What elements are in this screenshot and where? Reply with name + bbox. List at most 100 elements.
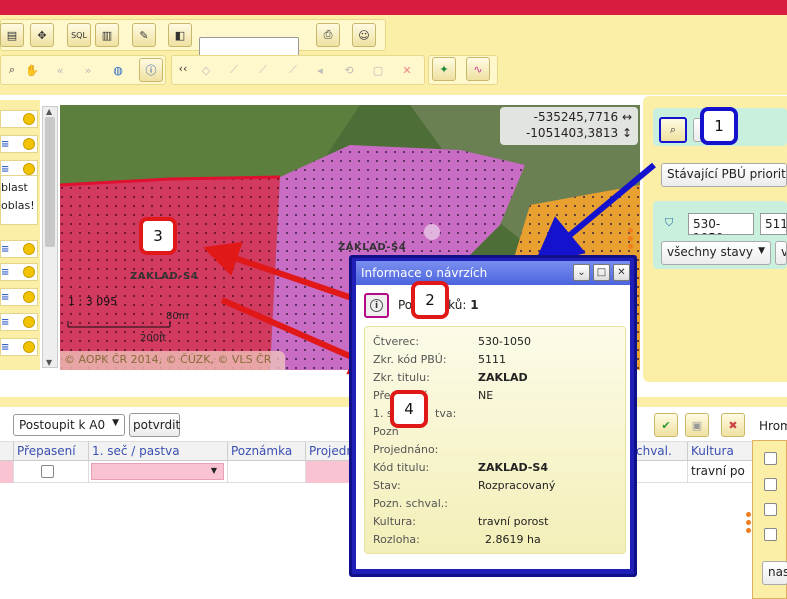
priority-pbu-button[interactable]: Stávající PBÚ prioritní (661, 163, 787, 187)
coordinate-readout: -535245,7716 ↔ -1051403,3813 ↕ (500, 107, 638, 145)
scribble-icon[interactable]: ∿ (466, 57, 490, 81)
maximize-icon[interactable]: □ (593, 264, 610, 281)
layer-row[interactable]: ≡ (0, 263, 38, 281)
discard-icon[interactable]: ✖ (721, 413, 745, 437)
prepaseni-cell[interactable] (14, 461, 89, 483)
kultura-cell[interactable]: travní po (688, 461, 755, 483)
list-icon: ≡ (1, 164, 10, 175)
prepaseni-checkbox[interactable] (41, 465, 54, 478)
layer-settings-icon[interactable] (23, 163, 35, 175)
layer-settings-icon[interactable] (23, 138, 35, 150)
detail-list: Čtverec: 530-1050 Zkr. kód PBÚ: 5111 Zkr. … (364, 326, 626, 554)
confirm-button[interactable]: potvrdit (129, 413, 180, 437)
layer-settings-icon[interactable] (23, 291, 35, 303)
crop-icon: ▢ (372, 63, 384, 77)
bulk-checkbox[interactable] (764, 478, 777, 491)
column-header[interactable] (0, 442, 14, 461)
list-icon: ≡ (1, 317, 10, 328)
layer-settings-icon[interactable] (23, 243, 35, 255)
chevron-down-icon: ▼ (210, 466, 217, 475)
info-icon[interactable]: i (364, 293, 389, 318)
collapse-icon[interactable]: ‹‹ (171, 56, 195, 80)
minimize-icon[interactable]: ⌄ (573, 264, 590, 281)
sec-pastva-select[interactable]: ▼ (91, 463, 224, 480)
pan-hand-icon[interactable]: ✋ (20, 58, 44, 82)
layer-settings-icon[interactable] (23, 341, 35, 353)
column-header-schval[interactable]: chval. (633, 442, 688, 461)
layer-note-line1: blast (1, 181, 28, 194)
splitter-handle[interactable] (628, 228, 633, 252)
vertical-arrow-icon: ↕ (621, 126, 632, 140)
masks-icon[interactable]: ☺ (352, 23, 376, 47)
poznamka-cell[interactable] (228, 461, 306, 483)
edit-poly-icon: ◇ (201, 63, 211, 77)
detail-row: Zkr. kód PBÚ: 5111 (373, 353, 506, 366)
magnifier-icon[interactable]: ⌕ (659, 117, 687, 143)
detail-row: Kód titulu: ZAKLAD-S4 (373, 461, 549, 474)
bulk-checkbox[interactable] (764, 528, 777, 541)
count-label-suffix: ků: (448, 298, 467, 312)
edit-vertex-icon: ⟋ (259, 63, 267, 76)
schval-cell[interactable] (633, 461, 688, 483)
extra-select[interactable]: v (775, 241, 787, 265)
bulk-checkbox[interactable] (764, 503, 777, 516)
prev-icon: ◂ (317, 63, 323, 77)
measure-icon[interactable]: ✥ (30, 23, 54, 47)
layers-icon[interactable]: ▤ (0, 23, 24, 47)
detail-row: Kultura: travní porost (373, 515, 549, 528)
globe-icon[interactable]: ◍ (106, 58, 130, 82)
delete-icon: ✕ (402, 63, 412, 77)
row-marker (0, 461, 14, 483)
detail-row: Pozn. schval.: (373, 497, 448, 510)
layer-settings-icon[interactable] (23, 113, 35, 125)
detail-row: Projednáno: (373, 443, 439, 456)
map-attribution: © AOPK ČR 2014, © ČÚZK, © VLS ČR (60, 351, 285, 370)
layer-row[interactable] (0, 110, 38, 128)
layer-note-line2: oblas! (1, 199, 35, 212)
column-header-poznamka[interactable]: Poznámka (228, 442, 306, 461)
layer-row[interactable]: ≡ (0, 135, 38, 153)
bulk-checkbox[interactable] (764, 452, 777, 465)
scrollbar-thumb[interactable] (45, 117, 55, 247)
sql-icon[interactable]: SQL (67, 23, 91, 47)
postoupit-select[interactable]: Postoupit k A0 ▼ (13, 414, 125, 436)
scroll-up-icon[interactable]: ▲ (46, 107, 52, 116)
detail-row: Rozloha: 2.8619 ha (373, 533, 541, 546)
ctverec-input[interactable]: 530-1050 (688, 213, 754, 235)
pbu-code-input[interactable]: 511 (760, 213, 787, 235)
state-select[interactable]: všechny stavy ▼ (661, 241, 771, 265)
pen-icon[interactable]: ✎ (132, 23, 156, 47)
column-header-kultura[interactable]: Kultura (688, 442, 755, 461)
layer-settings-icon[interactable] (23, 266, 35, 278)
layer-row[interactable]: ≡ (0, 288, 38, 306)
magic-wand-icon[interactable]: ✦ (432, 57, 456, 81)
layer-list-scrollbar[interactable]: ▲ ▼ (42, 106, 58, 368)
coord-y: -1051403,3813 (525, 126, 619, 140)
count-value: 1 (470, 298, 479, 312)
column-header-sec-pastva[interactable]: 1. seč / pastva (89, 442, 228, 461)
layer-settings-icon[interactable] (23, 316, 35, 328)
forward-icon[interactable]: » (76, 58, 100, 82)
layer-row[interactable]: ≡ (0, 240, 38, 258)
callout-3: 3 (139, 217, 177, 255)
info-icon[interactable]: ⓘ (139, 58, 163, 82)
layer-row[interactable]: ≡ (0, 313, 38, 331)
column-header-prepaseni[interactable]: Přepasení (14, 442, 89, 461)
layer-row[interactable]: ≡ (0, 338, 38, 356)
callout-1: 1 (700, 107, 738, 145)
close-icon[interactable]: ✕ (613, 264, 630, 281)
check-icon[interactable]: ✔ (654, 413, 678, 437)
table-icon[interactable]: ▥ (95, 23, 119, 47)
ruler-icon[interactable]: ◧ (168, 23, 192, 47)
save-icon[interactable]: ▣ (685, 413, 709, 437)
chevron-down-icon: ▼ (758, 246, 765, 256)
layer-note: blast oblas! (0, 175, 38, 225)
sec-pastva-cell[interactable]: ▼ (89, 461, 228, 483)
splitter-handle[interactable] (746, 512, 751, 536)
nastavit-button[interactable]: nas (762, 561, 787, 585)
callout-2: 2 (411, 281, 449, 319)
back-icon[interactable]: « (48, 58, 72, 82)
list-icon: ≡ (1, 139, 10, 150)
scroll-down-icon[interactable]: ▼ (46, 358, 52, 367)
print-icon[interactable]: ⎙ (316, 23, 340, 47)
